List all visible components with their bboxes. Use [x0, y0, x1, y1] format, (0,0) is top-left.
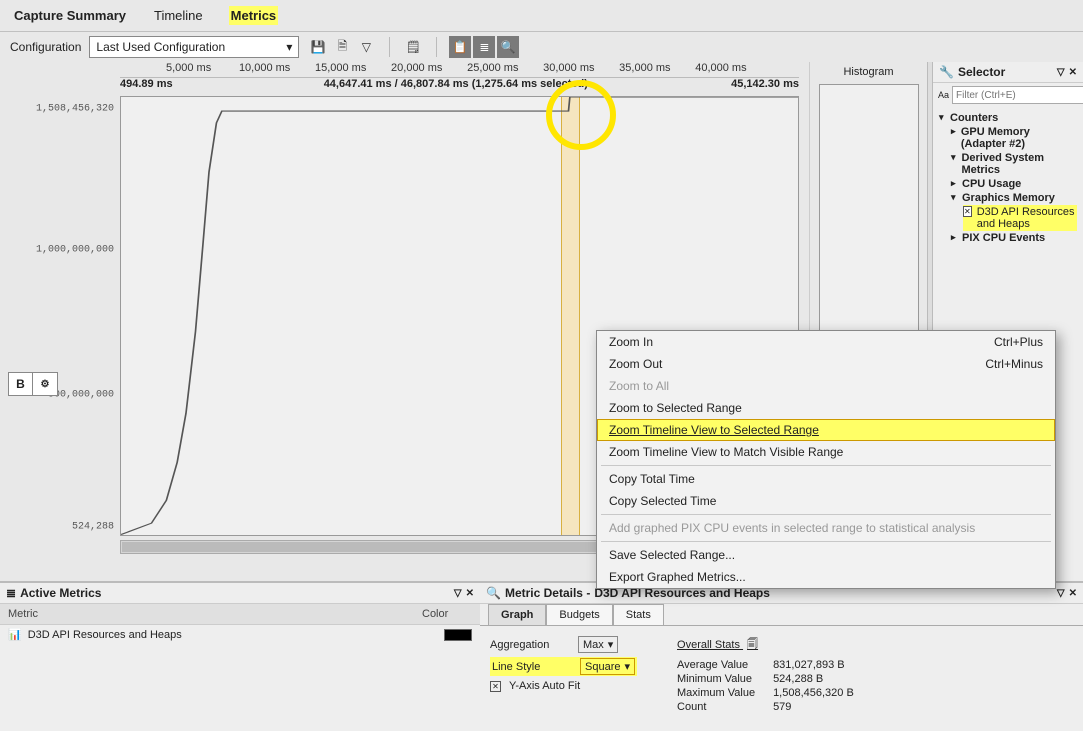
tree-pix-cpu-events[interactable]: PIX CPU Events: [962, 232, 1045, 244]
yaxis-autofit-checkbox[interactable]: ✕: [490, 681, 501, 692]
details-tab-budgets[interactable]: Budgets: [546, 604, 612, 625]
filter-icon[interactable]: ▽: [355, 36, 377, 58]
text-case-icon[interactable]: Aa: [938, 90, 949, 100]
linestyle-label: Line Style: [492, 661, 572, 673]
ruler-tick: 20,000 ms: [391, 62, 442, 74]
ruler-tick: 40,000 ms: [695, 62, 746, 74]
dropdown-icon: ▾: [286, 40, 292, 54]
save-as-icon[interactable]: 🗎: [331, 36, 353, 58]
checkbox-d3d-api[interactable]: ✕: [963, 206, 972, 217]
wrench-icon: 🔧: [939, 65, 954, 79]
ctx-copy-selected[interactable]: Copy Selected Time: [597, 490, 1055, 512]
list-small-icon: ≣: [6, 586, 16, 600]
active-metric-name: D3D API Resources and Heaps: [28, 629, 438, 641]
overall-stats-title: Overall Stats: [677, 639, 740, 651]
col-color[interactable]: Color: [422, 608, 472, 620]
save-icon[interactable]: 💾: [307, 36, 329, 58]
list-icon[interactable]: ≣: [473, 36, 495, 58]
y-axis-label: 1,000,000,000: [36, 245, 114, 256]
details-tab-graph[interactable]: Graph: [488, 604, 546, 625]
range-selection-info: 44,647.41 ms / 46,807.84 ms (1,275.64 ms…: [324, 78, 588, 90]
stat-count-value: 579: [773, 701, 854, 713]
ctx-zoom-selected[interactable]: Zoom to Selected Range: [597, 397, 1055, 419]
tree-graphics-memory[interactable]: Graphics Memory: [962, 192, 1055, 204]
y-axis-label: 1,508,456,320: [36, 104, 114, 115]
stat-count-label: Count: [677, 701, 755, 713]
stat-max-label: Maximum Value: [677, 687, 755, 699]
ctx-zoom-in[interactable]: Zoom InCtrl+Plus: [597, 331, 1055, 353]
page-icon[interactable]: 🗒: [402, 36, 424, 58]
color-swatch[interactable]: [444, 629, 472, 641]
close-icon[interactable]: ✕: [1069, 588, 1077, 599]
ruler-tick: 15,000 ms: [315, 62, 366, 74]
clipboard-icon[interactable]: 📋: [449, 36, 471, 58]
active-metric-row[interactable]: 📊 D3D API Resources and Heaps: [0, 625, 480, 644]
search-small-icon: 🔍: [486, 586, 501, 600]
collapse-icon[interactable]: ▽: [1057, 67, 1065, 78]
chart-side-buttons: B ⚙: [8, 372, 58, 396]
close-icon[interactable]: ✕: [1069, 67, 1077, 78]
tab-timeline[interactable]: Timeline: [152, 6, 205, 25]
ctx-save-range[interactable]: Save Selected Range...: [597, 544, 1055, 566]
chart-small-icon: 📊: [8, 628, 22, 641]
stat-min-value: 524,288 B: [773, 673, 854, 685]
tab-capture-summary[interactable]: Capture Summary: [12, 6, 128, 25]
ctx-zoom-timeline-match[interactable]: Zoom Timeline View to Match Visible Rang…: [597, 441, 1055, 463]
configuration-label: Configuration: [10, 40, 81, 54]
ctx-zoom-all: Zoom to All: [597, 375, 1055, 397]
stat-avg-label: Average Value: [677, 659, 755, 671]
collapse-icon[interactable]: ▽: [454, 588, 462, 599]
gear-icon[interactable]: ⚙: [33, 373, 57, 395]
range-start: 494.89 ms: [120, 78, 173, 90]
ctx-export-metrics[interactable]: Export Graphed Metrics...: [597, 566, 1055, 588]
toggle-b-button[interactable]: B: [9, 373, 33, 395]
ruler-tick: 35,000 ms: [619, 62, 670, 74]
collapse-icon[interactable]: ▽: [1057, 588, 1065, 599]
ruler-tick: 5,000 ms: [166, 62, 211, 74]
tree-counters[interactable]: Counters: [950, 112, 998, 124]
tab-metrics[interactable]: Metrics: [229, 6, 279, 25]
ruler-tick: 10,000 ms: [239, 62, 290, 74]
tree-cpu-usage[interactable]: CPU Usage: [962, 178, 1021, 190]
ruler-tick: 25,000 ms: [467, 62, 518, 74]
range-end: 45,142.30 ms: [731, 78, 799, 90]
close-icon[interactable]: ✕: [466, 588, 474, 599]
y-axis-label: 524,288: [72, 522, 114, 533]
search-icon[interactable]: 🔍: [497, 36, 519, 58]
tree-gpu-memory[interactable]: GPU Memory (Adapter #2): [961, 126, 1077, 150]
col-metric[interactable]: Metric: [8, 608, 422, 620]
metric-details-title-prefix: Metric Details -: [505, 586, 590, 600]
stat-max-value: 1,508,456,320 B: [773, 687, 854, 699]
stat-avg-value: 831,027,893 B: [773, 659, 854, 671]
yaxis-autofit-label: Y-Axis Auto Fit: [509, 680, 580, 692]
configuration-select[interactable]: Last Used Configuration ▾: [89, 36, 299, 58]
aggregation-select[interactable]: Max▾: [578, 636, 618, 653]
time-ruler[interactable]: 5,000 ms 10,000 ms 15,000 ms 20,000 ms 2…: [120, 62, 799, 78]
linestyle-select[interactable]: Square▾: [580, 658, 635, 675]
active-metrics-title: Active Metrics: [20, 586, 101, 600]
stat-min-label: Minimum Value: [677, 673, 755, 685]
ctx-copy-total[interactable]: Copy Total Time: [597, 468, 1055, 490]
ctx-add-graphed: Add graphed PIX CPU events in selected r…: [597, 517, 1055, 539]
ruler-tick: 30,000 ms: [543, 62, 594, 74]
copy-icon[interactable]: 🗐: [747, 639, 758, 651]
ctx-zoom-out[interactable]: Zoom OutCtrl+Minus: [597, 353, 1055, 375]
histogram-label: Histogram: [843, 66, 893, 78]
ctx-zoom-timeline-selected[interactable]: Zoom Timeline View to Selected Range: [597, 419, 1055, 441]
tree-derived-metrics[interactable]: Derived System Metrics: [961, 152, 1077, 176]
selector-title: Selector: [958, 65, 1005, 79]
selector-filter-input[interactable]: [952, 86, 1083, 104]
details-tab-stats[interactable]: Stats: [613, 604, 664, 625]
tree-d3d-api-resources[interactable]: D3D API Resources and Heaps: [977, 206, 1077, 230]
context-menu: Zoom InCtrl+Plus Zoom OutCtrl+Minus Zoom…: [596, 330, 1056, 589]
configuration-value: Last Used Configuration: [96, 40, 225, 54]
aggregation-label: Aggregation: [490, 639, 570, 651]
